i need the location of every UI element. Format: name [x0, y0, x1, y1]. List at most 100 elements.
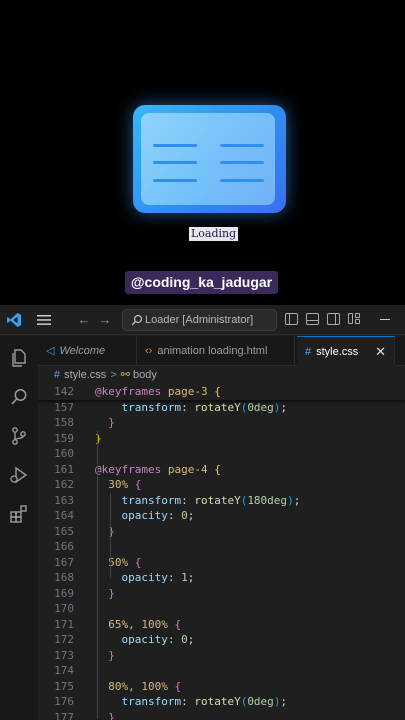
toggle-primary-sidebar-icon[interactable]	[285, 313, 298, 325]
css-icon: #	[54, 369, 61, 381]
html-icon: ‹›	[145, 345, 153, 357]
line-number: 167	[54, 555, 74, 569]
code-line[interactable]: 158}	[38, 415, 405, 431]
vscode-logo-icon[interactable]	[6, 312, 22, 328]
line-number: 159	[54, 431, 74, 445]
code-text: opacity: 0;	[121, 509, 195, 522]
line-number: 176	[54, 695, 74, 708]
line-number: 162	[54, 478, 74, 491]
css-icon: #	[305, 346, 312, 358]
book-right-page	[208, 113, 275, 205]
line-number: 174	[54, 664, 74, 677]
book-loader-icon	[133, 105, 286, 213]
line-number: 164	[54, 509, 74, 522]
breadcrumb: # style.css > ⚯ body	[38, 366, 405, 384]
code-line[interactable]: 169}	[38, 586, 405, 602]
code-line[interactable]: 172 opacity: 0;	[38, 632, 405, 648]
code-line[interactable]: 166	[38, 539, 405, 555]
line-number: 163	[54, 493, 74, 507]
code-text: 65%, 100% {	[108, 617, 182, 631]
line-number: 168	[54, 571, 74, 584]
search-icon	[131, 314, 143, 326]
line-number: 142	[54, 385, 74, 398]
customize-layout-icon[interactable]	[348, 313, 361, 325]
search-sidebar-icon[interactable]	[9, 387, 29, 407]
code-editor[interactable]: 142 @keyframes page-3 { 157 transform: rota…	[38, 384, 405, 720]
code-text: 80%, 100% {	[108, 679, 182, 693]
back-arrow-icon[interactable]: ←	[76, 311, 92, 329]
code-line[interactable]: 175 80%, 100% {	[38, 679, 405, 695]
line-number: 160	[54, 447, 74, 460]
indent-guide	[97, 430, 98, 719]
command-center-label: Loader [Administrator]	[145, 314, 254, 326]
activity-bar	[0, 336, 38, 720]
code-line[interactable]: 161 @keyframes page-4 {	[38, 462, 405, 478]
code-line[interactable]: 168 opacity: 1;	[38, 570, 405, 586]
line-number: 165	[54, 524, 74, 538]
breadcrumb-symbol[interactable]: body	[133, 369, 157, 381]
source-control-icon[interactable]	[9, 426, 29, 446]
code-text: }	[108, 648, 115, 662]
code-text: transform: rotateY(0deg);	[121, 695, 288, 708]
forward-arrow-icon[interactable]: →	[97, 311, 113, 329]
code-text: 50% {	[108, 555, 142, 569]
code-line[interactable]: 157 transform: rotateY(0deg);	[38, 400, 405, 416]
line-number: 169	[54, 586, 74, 600]
animation-preview: Loading @coding_ka_jadugar	[0, 0, 405, 305]
tab-welcome[interactable]: ◁ Welcome	[38, 336, 137, 366]
menu-icon[interactable]	[37, 314, 51, 326]
line-number: 175	[54, 679, 74, 693]
code-text: }	[108, 586, 115, 600]
selector-icon: ⚯	[120, 369, 130, 381]
extensions-icon[interactable]	[9, 504, 29, 524]
code-text: @keyframes page-3 {	[95, 385, 221, 398]
code-text: opacity: 1;	[121, 571, 195, 584]
breadcrumb-file[interactable]: style.css	[64, 369, 106, 381]
line-number: 172	[54, 633, 74, 646]
minimize-icon[interactable]	[380, 319, 390, 320]
run-debug-icon[interactable]	[9, 465, 29, 485]
toggle-panel-icon[interactable]	[306, 313, 319, 325]
line-number: 171	[54, 617, 74, 631]
tab-style-css[interactable]: # style.css ✕	[297, 336, 395, 366]
code-line[interactable]: 167 50% {	[38, 555, 405, 571]
vscode-window: ← → Loader [Administrator] ◁ Welcome ‹› …	[0, 305, 405, 720]
editor-tabs: ◁ Welcome ‹› animation loading.html # style…	[38, 336, 405, 366]
code-line[interactable]: 173}	[38, 648, 405, 664]
indent-guide	[110, 492, 111, 578]
command-center-search[interactable]: Loader [Administrator]	[122, 309, 277, 331]
code-line[interactable]: 174	[38, 663, 405, 679]
tab-animation-loading[interactable]: ‹› animation loading.html	[137, 336, 295, 366]
code-text: @keyframes page-4 {	[95, 462, 221, 476]
close-icon[interactable]: ✕	[375, 337, 386, 367]
chevron-right-icon: >	[110, 369, 117, 381]
loading-text: Loading	[189, 227, 239, 241]
code-line[interactable]: 159}	[38, 431, 405, 447]
line-number: 158	[54, 416, 74, 429]
code-line[interactable]: 177}	[38, 710, 405, 720]
toggle-secondary-sidebar-icon[interactable]	[327, 313, 340, 325]
code-text: }	[108, 710, 115, 720]
line-number: 166	[54, 540, 74, 553]
line-number: 177	[54, 710, 74, 720]
code-line[interactable]: 163 transform: rotateY(180deg);	[38, 493, 405, 509]
code-text: transform: rotateY(0deg);	[121, 400, 288, 414]
code-line[interactable]: 142 @keyframes page-3 {	[38, 384, 405, 400]
code-line[interactable]: 176 transform: rotateY(0deg);	[38, 694, 405, 710]
code-line[interactable]: 165}	[38, 524, 405, 540]
code-line[interactable]: 170	[38, 601, 405, 617]
title-bar: ← → Loader [Administrator]	[0, 305, 405, 335]
code-text: transform: rotateY(180deg);	[121, 493, 301, 507]
line-number: 173	[54, 648, 74, 662]
line-number: 161	[54, 462, 74, 476]
code-line[interactable]: 160	[38, 446, 405, 462]
creator-handle: @coding_ka_jadugar	[125, 271, 278, 294]
code-text: opacity: 0;	[121, 633, 195, 646]
line-number: 157	[54, 400, 74, 414]
code-line[interactable]: 162 30% {	[38, 477, 405, 493]
code-line[interactable]: 171 65%, 100% {	[38, 617, 405, 633]
explorer-icon[interactable]	[9, 348, 29, 368]
code-text: }	[95, 431, 102, 445]
code-line[interactable]: 164 opacity: 0;	[38, 508, 405, 524]
line-number: 170	[54, 602, 74, 615]
